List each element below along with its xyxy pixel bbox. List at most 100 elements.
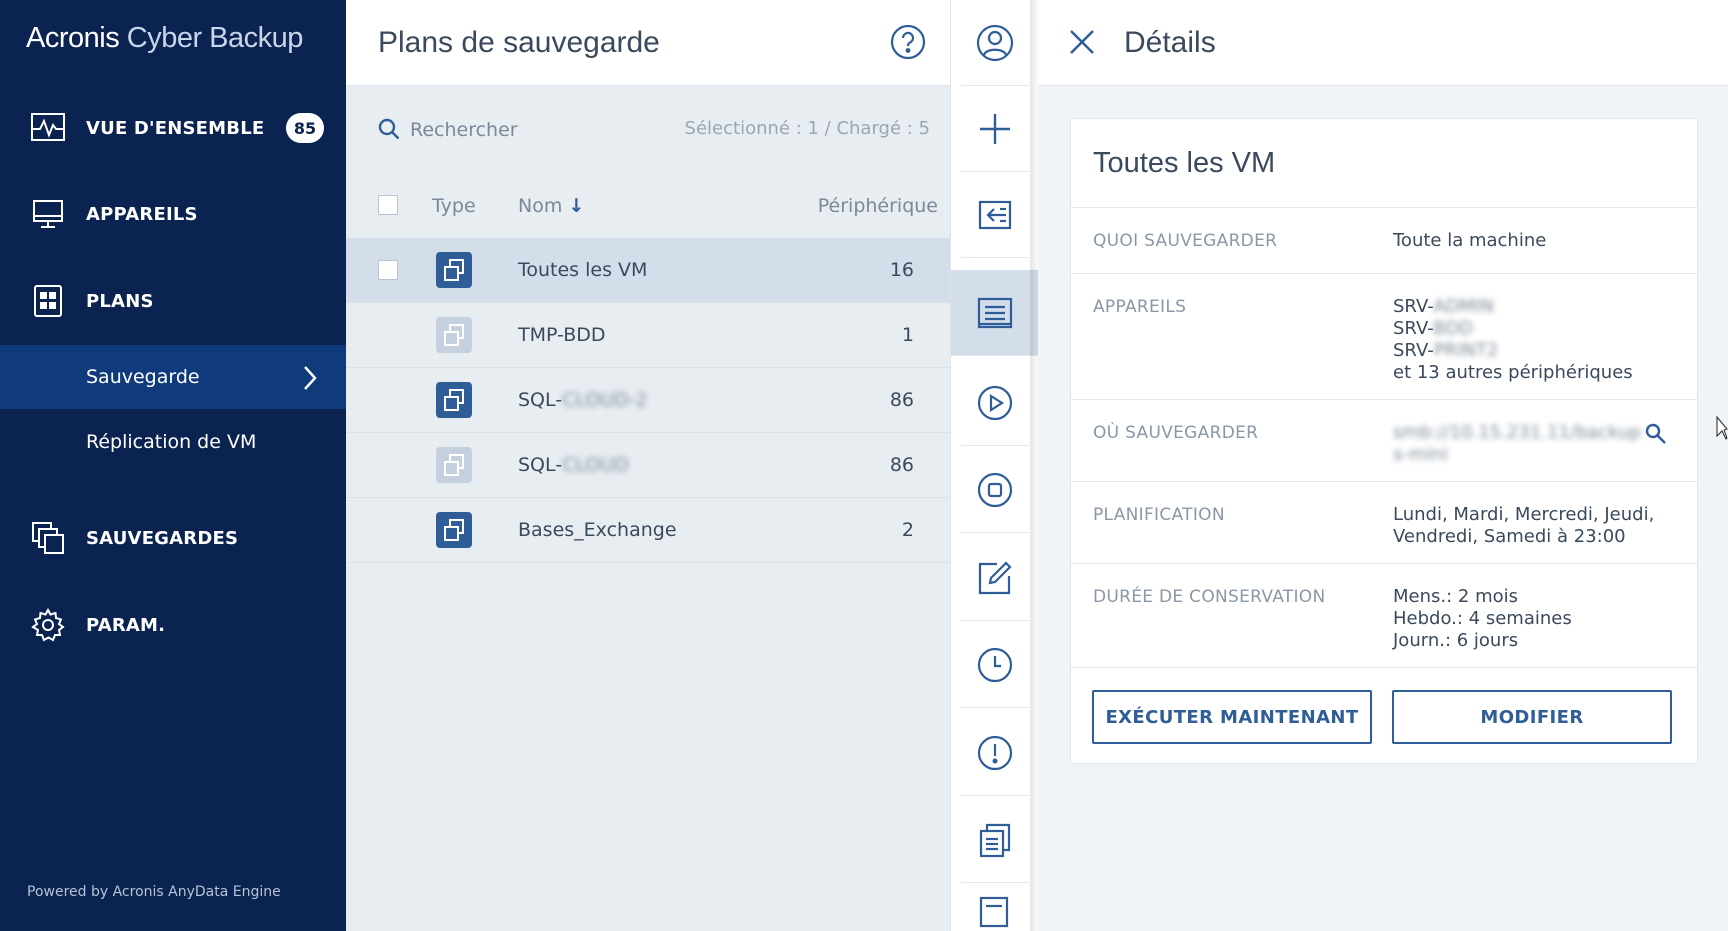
list-header: Plans de sauvegarde <box>346 0 950 86</box>
plan-name: SQL-CLOUD-2 <box>518 389 648 411</box>
clone-button[interactable] <box>961 797 1029 883</box>
details-panel: Détails Toutes les VM QUOI SAUVEGARDER T… <box>1038 0 1728 931</box>
redacted-text: smb://10.15.231.11/backup <box>1393 422 1641 443</box>
vm-plan-icon <box>436 512 472 552</box>
add-plan-button[interactable] <box>961 86 1029 172</box>
table-row[interactable]: TMP-BDD 1 <box>346 303 950 368</box>
plan-device-count: 2 <box>901 519 914 541</box>
what-label: QUOI SAUVEGARDER <box>1093 231 1278 251</box>
row-checkbox[interactable] <box>378 260 398 280</box>
details-title: Détails <box>1124 26 1216 59</box>
play-circle-icon <box>977 385 1013 420</box>
select-all-checkbox[interactable] <box>378 195 398 215</box>
chevron-right-icon <box>302 365 318 395</box>
copy-icon <box>979 823 1011 857</box>
nav-sub-replication[interactable]: Réplication de VM <box>0 410 346 474</box>
redacted-text: s-mini <box>1393 444 1448 465</box>
devices-value: SRV-ADMIN SRV-BDD SRV-PRINT2 et 13 autre… <box>1393 296 1633 384</box>
list-icon <box>979 896 1009 928</box>
search-row: Sélectionné : 1 / Chargé : 5 <box>346 96 950 162</box>
column-devices[interactable]: Périphérique <box>818 195 938 217</box>
table-row[interactable]: SQL-CLOUD-2 86 <box>346 368 950 433</box>
sort-down-icon: ↓ <box>568 195 585 217</box>
what-value: Toute la machine <box>1393 230 1547 251</box>
table-row[interactable]: SQL-CLOUD 86 <box>346 433 950 498</box>
apply-to-button[interactable] <box>961 172 1029 258</box>
where-value: smb://10.15.231.11/backup s-mini <box>1393 422 1641 466</box>
search-icon <box>378 118 400 144</box>
plan-device-count: 86 <box>889 454 914 476</box>
column-name[interactable]: Nom ↓ <box>518 195 584 217</box>
redacted-text: ADMIN <box>1433 296 1494 317</box>
nav-sub-backup-label: Sauvegarde <box>86 366 200 388</box>
divider <box>1071 207 1697 208</box>
vm-plan-icon <box>436 382 472 422</box>
divider <box>1071 563 1697 564</box>
edit-button[interactable] <box>961 535 1029 621</box>
vm-plan-icon-disabled <box>436 447 472 487</box>
plan-name: SQL-CLOUD <box>518 454 629 476</box>
nav-overview[interactable]: VUE D'ENSEMBLE 85 <box>0 95 346 161</box>
details-button[interactable] <box>951 270 1039 356</box>
nav-backups[interactable]: SAUVEGARDES <box>0 505 346 571</box>
retention-value: Mens.: 2 mois Hebdo.: 4 semaines Journ.:… <box>1393 586 1572 651</box>
divider <box>1071 481 1697 482</box>
schedule-label: PLANIFICATION <box>1093 505 1225 525</box>
sidebar: Acronis Cyber Backup VUE D'ENSEMBLE 85 A… <box>0 0 346 931</box>
plan-device-count: 1 <box>901 324 914 346</box>
column-type[interactable]: Type <box>432 195 476 217</box>
nav-settings[interactable]: PARAM. <box>0 592 346 658</box>
activity-chart-icon <box>30 110 66 146</box>
card-title: Toutes les VM <box>1093 147 1276 179</box>
table-row[interactable]: Toutes les VM 16 <box>346 238 950 303</box>
schedule-value: Lundi, Mardi, Mercredi, Jeudi, Vendredi,… <box>1393 504 1655 547</box>
search-input[interactable] <box>410 110 660 150</box>
run-now-button[interactable]: EXÉCUTER MAINTENANT <box>1092 690 1372 744</box>
nav-plans[interactable]: PLANS <box>0 268 346 334</box>
redacted-text: CLOUD <box>562 454 629 476</box>
account-button[interactable] <box>961 0 1029 86</box>
nav-settings-label: PARAM. <box>86 614 166 636</box>
table-row[interactable]: Bases_Exchange 2 <box>346 498 950 563</box>
browse-location-icon[interactable] <box>1645 423 1667 449</box>
edit-icon <box>978 560 1012 594</box>
actions-toolbar <box>950 0 1039 931</box>
details-header: Détails <box>1038 0 1728 86</box>
where-label: OÙ SAUVEGARDER <box>1093 423 1259 443</box>
schedule-button[interactable] <box>961 622 1029 708</box>
divider <box>1071 399 1697 400</box>
close-icon[interactable] <box>1068 28 1096 60</box>
plan-name: Toutes les VM <box>518 259 648 281</box>
nav-overview-label: VUE D'ENSEMBLE <box>86 117 265 139</box>
vm-plan-icon-disabled <box>436 317 472 357</box>
divider <box>1071 273 1697 274</box>
plans-table: Toutes les VM 16 TMP-BDD 1 SQL-CLOUD-2 8… <box>346 238 950 563</box>
plan-device-count: 16 <box>889 259 914 281</box>
plan-name: Bases_Exchange <box>518 519 677 541</box>
powered-by: Powered by Acronis AnyData Engine <box>27 884 281 900</box>
clock-icon <box>977 647 1013 682</box>
stop-circle-icon <box>977 472 1013 507</box>
details-list-icon <box>977 297 1013 328</box>
nav-plans-label: PLANS <box>86 290 154 312</box>
nav-devices-label: APPAREILS <box>86 203 198 225</box>
help-icon[interactable] <box>890 24 926 64</box>
backups-stack-icon <box>30 520 66 556</box>
modify-button[interactable]: MODIFIER <box>1392 690 1672 744</box>
run-button[interactable] <box>961 360 1029 446</box>
plans-list-panel: Plans de sauvegarde Sélectionné : 1 / Ch… <box>346 0 950 931</box>
nav-sub-replication-label: Réplication de VM <box>86 431 257 453</box>
more-button[interactable] <box>961 884 1029 931</box>
more-devices-link[interactable]: et 13 autres périphériques <box>1393 362 1633 384</box>
nav-devices[interactable]: APPAREILS <box>0 181 346 247</box>
alert-circle-icon <box>977 735 1013 770</box>
redacted-text: BDD <box>1433 318 1474 339</box>
page-title: Plans de sauvegarde <box>378 26 660 59</box>
nav-sub-backup[interactable]: Sauvegarde <box>0 345 346 409</box>
gear-icon <box>30 607 66 643</box>
vm-plan-icon <box>436 252 472 292</box>
stop-button[interactable] <box>961 447 1029 533</box>
retention-label: DURÉE DE CONSERVATION <box>1093 587 1326 607</box>
plus-icon <box>980 113 1010 144</box>
alerts-button[interactable] <box>961 710 1029 796</box>
